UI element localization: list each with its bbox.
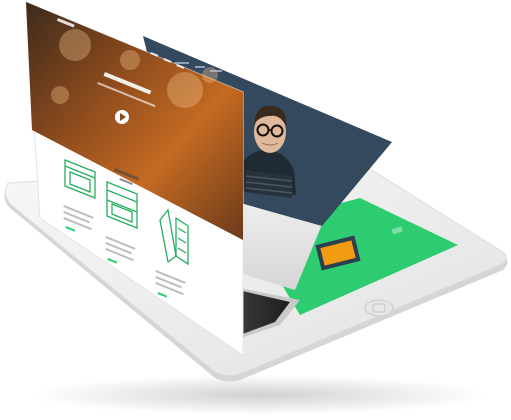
play-icon[interactable] — [115, 110, 129, 124]
tablet-illustration — [4, 1, 508, 415]
floor-shadow — [30, 375, 490, 415]
tablet-mockup-scene — [0, 0, 511, 420]
home-button-icon[interactable] — [364, 299, 394, 317]
